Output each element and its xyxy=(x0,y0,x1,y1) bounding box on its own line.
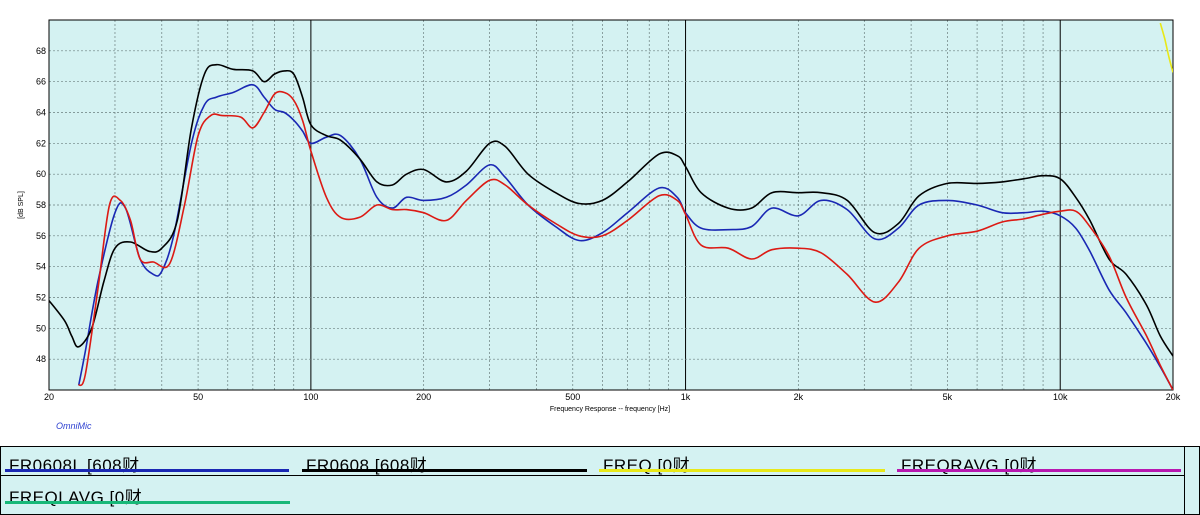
y-axis-title: [dB SPL] xyxy=(18,191,25,219)
x-tick-label: 50 xyxy=(193,392,203,402)
legend-label: FR0608 [608财 xyxy=(306,456,428,475)
frequency-response-chart: 48 50 52 54 56 58 60 62 64 66 68 20 50 100 200 500 1k 2k 5… xyxy=(0,0,1200,446)
y-tick-label: 64 xyxy=(36,108,46,118)
legend-item-freq[interactable]: FREQ [0财 xyxy=(599,449,885,475)
legend-divider-horizontal xyxy=(1,475,1184,476)
legend-label: FREQRAVG [0财 xyxy=(901,456,1038,475)
x-tick-label: 5k xyxy=(943,392,953,402)
legend-divider-vertical xyxy=(1184,447,1185,514)
y-tick-label: 68 xyxy=(36,46,46,56)
y-tick-label: 54 xyxy=(36,262,46,272)
y-tick-label: 50 xyxy=(36,323,46,333)
x-tick-label: 2k xyxy=(794,392,804,402)
y-tick-label: 58 xyxy=(36,200,46,210)
x-tick-label: 500 xyxy=(565,392,580,402)
x-tick-label: 100 xyxy=(303,392,318,402)
omnimic-brand: OmniMic xyxy=(56,421,92,431)
y-tick-label: 60 xyxy=(36,169,46,179)
y-tick-label: 62 xyxy=(36,138,46,148)
legend-swatch xyxy=(599,469,885,472)
legend-item-fr0608l[interactable]: FR0608L [608财 xyxy=(5,449,289,475)
legend-swatch xyxy=(302,469,587,472)
legend-label: FREQ [0财 xyxy=(603,456,691,475)
legend-item-freqlavg[interactable]: FREQLAVG [0财 xyxy=(5,481,290,507)
x-tick-label: 10k xyxy=(1053,392,1068,402)
x-tick-label: 20 xyxy=(44,392,54,402)
legend-panel: FR0608L [608财 FR0608 [608财 FREQ [0财 FREQ… xyxy=(0,446,1200,515)
y-tick-label: 48 xyxy=(36,354,46,364)
legend-swatch xyxy=(5,469,289,472)
y-tick-label: 52 xyxy=(36,293,46,303)
legend-swatch xyxy=(897,469,1181,472)
legend-label: FREQLAVG [0财 xyxy=(9,488,143,507)
legend-swatch xyxy=(5,501,290,504)
x-axis-title: Frequency Response -- frequency [Hz] xyxy=(550,406,670,413)
y-tick-label: 56 xyxy=(36,231,46,241)
y-tick-label: 66 xyxy=(36,77,46,87)
legend-label: FR0608L [608财 xyxy=(9,456,140,475)
chart-svg: 48 50 52 54 56 58 60 62 64 66 68 20 50 100 200 500 1k 2k 5… xyxy=(18,19,1181,413)
x-tick-label: 200 xyxy=(416,392,431,402)
x-tick-label: 1k xyxy=(681,392,691,402)
legend-item-fr0608[interactable]: FR0608 [608财 xyxy=(302,449,587,475)
legend-item-freqravg[interactable]: FREQRAVG [0财 xyxy=(897,449,1181,475)
x-tick-label: 20k xyxy=(1166,392,1181,402)
